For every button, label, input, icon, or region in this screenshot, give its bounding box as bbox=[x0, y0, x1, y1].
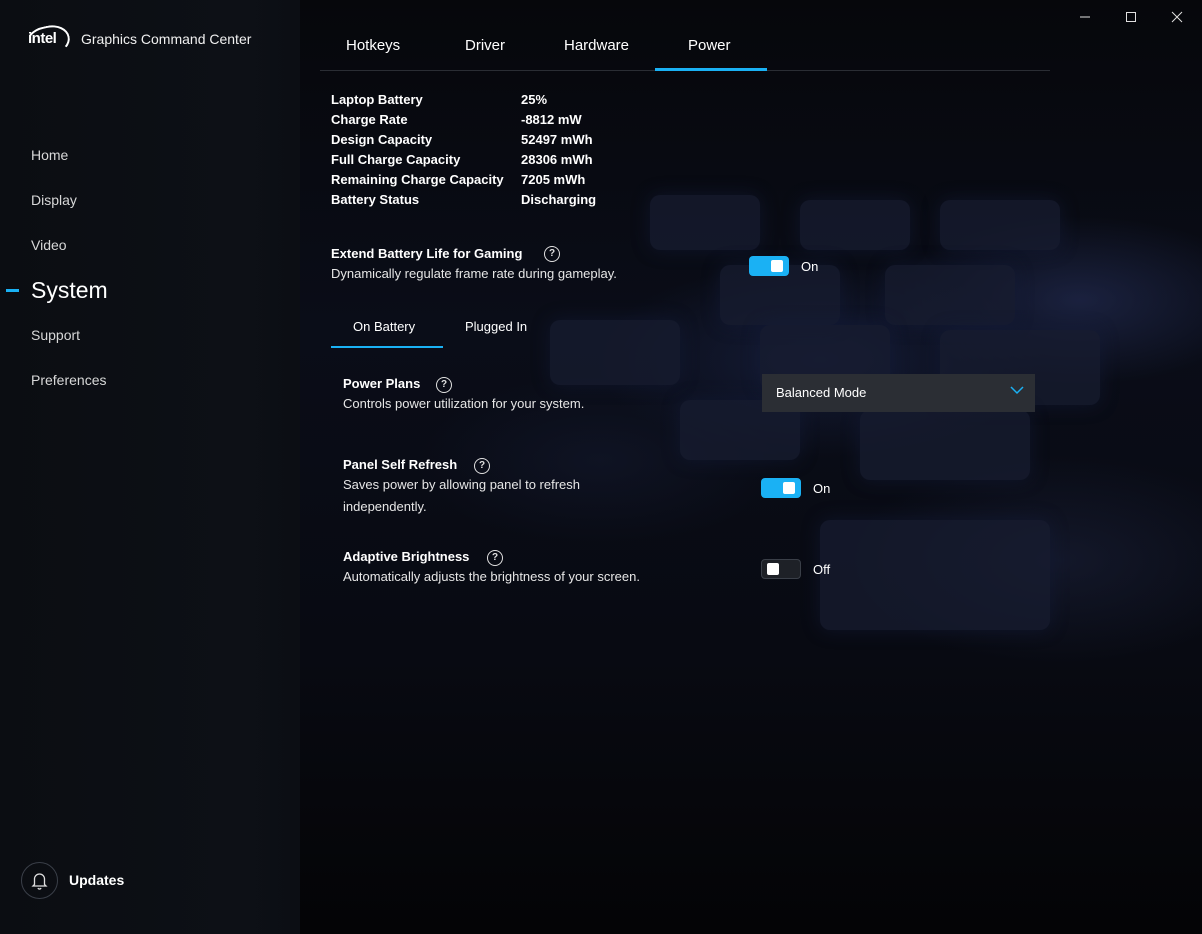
battery-info-value: Discharging bbox=[521, 192, 597, 207]
battery-info-label: Charge Rate bbox=[331, 112, 408, 127]
updates-button[interactable] bbox=[21, 862, 58, 899]
battery-info-value: -8812 mW bbox=[521, 112, 582, 127]
extend-battery-description: Dynamically regulate frame rate during g… bbox=[331, 266, 617, 281]
tab-driver[interactable]: Driver bbox=[465, 37, 505, 54]
close-icon bbox=[1171, 11, 1183, 23]
battery-info-label: Laptop Battery bbox=[331, 92, 423, 107]
intel-logo-text: intel bbox=[28, 30, 57, 47]
extend-battery-title: Extend Battery Life for Gaming bbox=[331, 246, 523, 261]
maximize-button[interactable] bbox=[1108, 6, 1154, 30]
sidebar-item-system[interactable]: System bbox=[31, 277, 108, 304]
battery-info-label: Remaining Charge Capacity bbox=[331, 172, 504, 187]
adaptive-brightness-title: Adaptive Brightness bbox=[343, 549, 470, 564]
adaptive-brightness-toggle[interactable] bbox=[761, 559, 801, 579]
close-button[interactable] bbox=[1154, 6, 1200, 30]
help-icon[interactable]: ? bbox=[487, 550, 503, 566]
subtab-plugged-in[interactable]: Plugged In bbox=[465, 319, 527, 334]
sidebar: intel Graphics Command Center Home Displ… bbox=[0, 0, 300, 934]
extend-battery-toggle[interactable] bbox=[749, 256, 789, 276]
help-icon[interactable]: ? bbox=[474, 458, 490, 474]
battery-info-value: 52497 mWh bbox=[521, 132, 593, 147]
battery-info-label: Battery Status bbox=[331, 192, 420, 207]
tab-power[interactable]: Power bbox=[688, 37, 731, 54]
adaptive-brightness-state: Off bbox=[813, 562, 831, 577]
panel-self-refresh-description-cont: independently. bbox=[343, 499, 427, 514]
panel-self-refresh-toggle[interactable] bbox=[761, 478, 801, 498]
battery-info-label: Full Charge Capacity bbox=[331, 152, 461, 167]
minimize-icon bbox=[1080, 16, 1090, 18]
active-nav-marker bbox=[6, 289, 19, 292]
sidebar-item-support[interactable]: Support bbox=[31, 327, 80, 343]
help-icon[interactable]: ? bbox=[544, 246, 560, 262]
bell-icon bbox=[31, 873, 48, 890]
battery-info-value: 7205 mWh bbox=[521, 172, 586, 187]
power-plans-dropdown[interactable]: Balanced Mode bbox=[762, 374, 1035, 412]
battery-info-value: 25% bbox=[521, 92, 548, 107]
subtab-on-battery[interactable]: On Battery bbox=[353, 319, 415, 334]
active-tab-indicator bbox=[655, 68, 767, 71]
panel-self-refresh-state: On bbox=[813, 481, 831, 496]
sidebar-item-display[interactable]: Display bbox=[31, 192, 77, 208]
minimize-button[interactable] bbox=[1062, 6, 1108, 30]
chevron-down-icon bbox=[1010, 386, 1024, 395]
help-icon[interactable]: ? bbox=[436, 377, 452, 393]
adaptive-brightness-description: Automatically adjusts the brightness of … bbox=[343, 569, 640, 584]
extend-battery-state: On bbox=[801, 259, 819, 274]
power-plans-description: Controls power utilization for your syst… bbox=[343, 396, 585, 411]
sidebar-item-home[interactable]: Home bbox=[31, 147, 68, 163]
updates-label[interactable]: Updates bbox=[69, 872, 124, 888]
maximize-icon bbox=[1126, 12, 1136, 22]
tab-hardware[interactable]: Hardware bbox=[564, 37, 629, 54]
tab-hotkeys[interactable]: Hotkeys bbox=[346, 37, 400, 54]
toggle-knob bbox=[767, 563, 779, 575]
sidebar-item-preferences[interactable]: Preferences bbox=[31, 372, 106, 388]
toggle-knob bbox=[783, 482, 795, 494]
battery-info-value: 28306 mWh bbox=[521, 152, 593, 167]
app-title: Graphics Command Center bbox=[81, 31, 252, 47]
power-plans-selected: Balanced Mode bbox=[776, 385, 867, 400]
panel-self-refresh-description: Saves power by allowing panel to refresh bbox=[343, 477, 581, 492]
battery-info-label: Design Capacity bbox=[331, 132, 433, 147]
power-plans-title: Power Plans bbox=[343, 376, 421, 391]
active-subtab-indicator bbox=[331, 346, 443, 348]
sidebar-item-video[interactable]: Video bbox=[31, 237, 67, 253]
panel-self-refresh-title: Panel Self Refresh bbox=[343, 457, 458, 472]
toggle-knob bbox=[771, 260, 783, 272]
